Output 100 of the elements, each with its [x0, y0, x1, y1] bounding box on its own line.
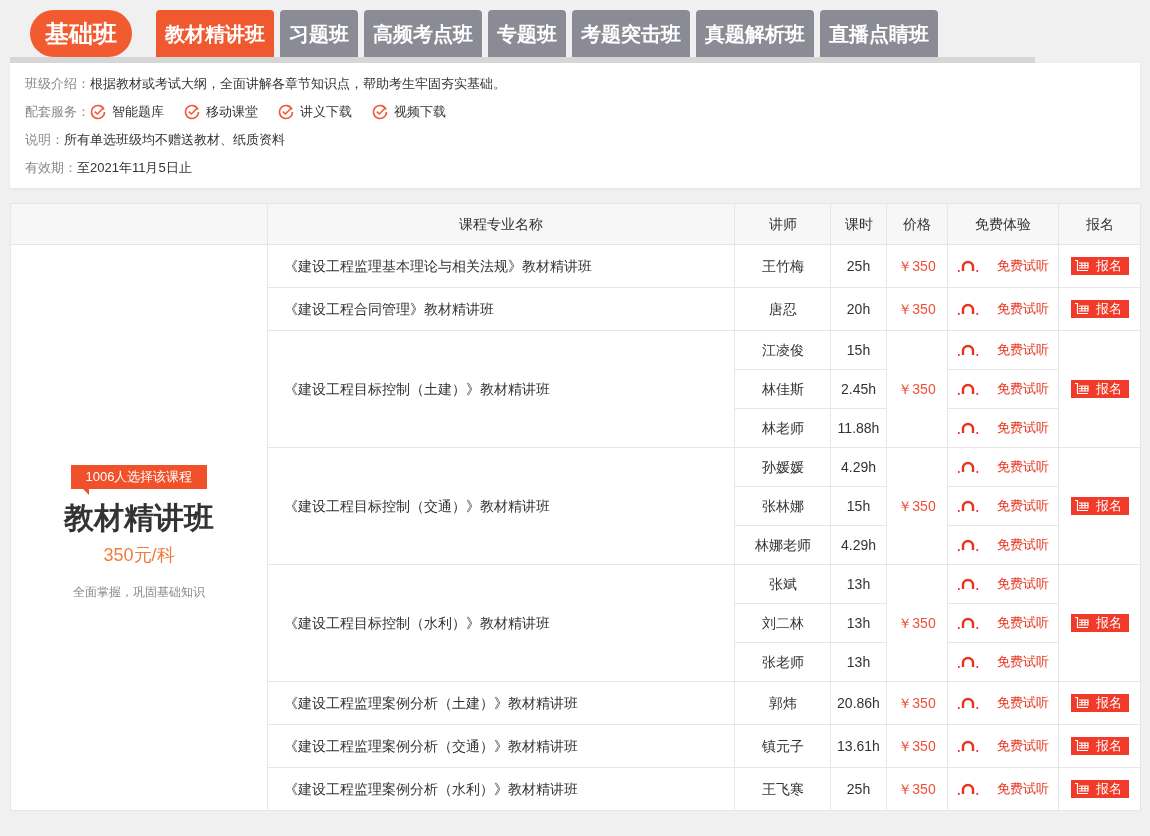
check-circle-icon [278, 104, 294, 120]
hours-cell: 25h [830, 244, 887, 288]
teacher-cell: 张斌 [734, 564, 831, 604]
signup-button[interactable]: 报名 [1070, 300, 1129, 318]
signup-button[interactable]: 报名 [1070, 737, 1129, 755]
cart-icon [1073, 739, 1090, 753]
enrollment-tag: 1006人选择该课程 [70, 464, 208, 489]
check-circle-icon [90, 104, 106, 120]
cart-icon [1073, 616, 1090, 630]
cart-icon [1073, 302, 1090, 316]
headphones-icon [957, 499, 979, 513]
column-header: 课时 [830, 203, 887, 245]
services-label: 配套服务： [25, 103, 90, 122]
teacher-cell: 林娜老师 [734, 525, 831, 565]
teacher-cell: 林老师 [734, 408, 831, 448]
course-name: 《建设工程监理案例分析（土建）》教材精讲班 [267, 681, 735, 725]
headphones-icon [957, 343, 979, 357]
signup-button[interactable]: 报名 [1070, 694, 1129, 712]
headphones-icon [957, 782, 979, 796]
teacher-cell: 张老师 [734, 642, 831, 682]
headphones-icon [957, 460, 979, 474]
cart-icon [1073, 499, 1090, 513]
course-tab[interactable]: 教材精讲班 [156, 10, 274, 57]
course-tab[interactable]: 考题突击班 [572, 10, 690, 57]
price-cell: ￥350 [886, 767, 948, 811]
price-cell: ￥350 [886, 287, 948, 331]
hours-cell: 13.61h [830, 724, 887, 768]
course-name: 《建设工程目标控制（水利）》教材精讲班 [267, 564, 735, 682]
cart-icon [1073, 382, 1090, 396]
course-tab[interactable]: 高频考点班 [364, 10, 482, 57]
signup-button[interactable]: 报名 [1070, 780, 1129, 798]
service-label: 视频下载 [394, 103, 446, 122]
teacher-cell: 孙媛媛 [734, 447, 831, 487]
teacher-cell: 镇元子 [734, 724, 831, 768]
check-circle-icon [184, 104, 200, 120]
price-cell: ￥350 [886, 447, 948, 565]
column-header: 报名 [1058, 203, 1141, 245]
price-cell: ￥350 [886, 681, 948, 725]
service-label: 移动课堂 [206, 103, 258, 122]
signup-button[interactable]: 报名 [1070, 257, 1129, 275]
note-text: 所有单选班级均不赠送教材、纸质资料 [64, 131, 285, 150]
hours-cell: 25h [830, 767, 887, 811]
tag-pointer [82, 488, 89, 495]
course-slogan: 全面掌握，巩固基础知识 [73, 583, 205, 601]
headphones-icon [957, 302, 979, 316]
level-badge: 基础班 [30, 10, 132, 57]
cart-icon [1073, 782, 1090, 796]
column-header: 讲师 [734, 203, 831, 245]
teacher-cell: 张林娜 [734, 486, 831, 526]
price-cell: ￥350 [886, 564, 948, 682]
service-label: 讲义下载 [300, 103, 352, 122]
validity-text: 至2021年11月5日止 [77, 159, 192, 178]
note-label: 说明： [25, 131, 64, 150]
column-header: 免费体验 [947, 203, 1059, 245]
column-header: 价格 [886, 203, 948, 245]
signup-button[interactable]: 报名 [1070, 497, 1129, 515]
course-name: 《建设工程合同管理》教材精讲班 [267, 287, 735, 331]
hours-cell: 13h [830, 564, 887, 604]
validity-label: 有效期： [25, 159, 77, 178]
headphones-icon [957, 696, 979, 710]
column-header: 课程专业名称 [267, 203, 735, 245]
price-cell: ￥350 [886, 244, 948, 288]
headphones-icon [957, 739, 979, 753]
course-tab[interactable]: 习题班 [280, 10, 358, 57]
course-tab[interactable]: 真题解析班 [696, 10, 814, 57]
price-cell: ￥350 [886, 724, 948, 768]
teacher-cell: 王竹梅 [734, 244, 831, 288]
headphones-icon [957, 421, 979, 435]
course-name: 《建设工程监理案例分析（交通）》教材精讲班 [267, 724, 735, 768]
headphones-icon [957, 259, 979, 273]
headphones-icon [957, 616, 979, 630]
teacher-cell: 林佳斯 [734, 369, 831, 409]
intro-label: 班级介绍： [25, 75, 90, 94]
hours-cell: 20.86h [830, 681, 887, 725]
course-name: 《建设工程监理案例分析（水利）》教材精讲班 [267, 767, 735, 811]
intro-text: 根据教材或考试大纲，全面讲解各章节知识点，帮助考生牢固夯实基础。 [90, 75, 506, 94]
course-tab[interactable]: 直播点睛班 [820, 10, 938, 57]
course-name: 《建设工程目标控制（交通）》教材精讲班 [267, 447, 735, 565]
service-label: 智能题库 [112, 103, 164, 122]
teacher-cell: 郭炜 [734, 681, 831, 725]
course-name: 《建设工程监理基本理论与相关法规》教材精讲班 [267, 244, 735, 288]
headphones-icon [957, 577, 979, 591]
hours-cell: 15h [830, 330, 887, 370]
course-title: 教材精讲班 [64, 499, 214, 536]
teacher-cell: 王飞寒 [734, 767, 831, 811]
headphones-icon [957, 382, 979, 396]
check-circle-icon [372, 104, 388, 120]
cart-icon [1073, 696, 1090, 710]
hours-cell: 20h [830, 287, 887, 331]
headphones-icon [957, 655, 979, 669]
course-price: 350元/科 [103, 543, 175, 567]
cart-icon [1073, 259, 1090, 273]
teacher-cell: 唐忍 [734, 287, 831, 331]
course-name: 《建设工程目标控制（土建）》教材精讲班 [267, 330, 735, 448]
teacher-cell: 刘二林 [734, 603, 831, 643]
signup-button[interactable]: 报名 [1070, 380, 1129, 398]
course-tab[interactable]: 专题班 [488, 10, 566, 57]
signup-button[interactable]: 报名 [1070, 614, 1129, 632]
headphones-icon [957, 538, 979, 552]
teacher-cell: 江凌俊 [734, 330, 831, 370]
